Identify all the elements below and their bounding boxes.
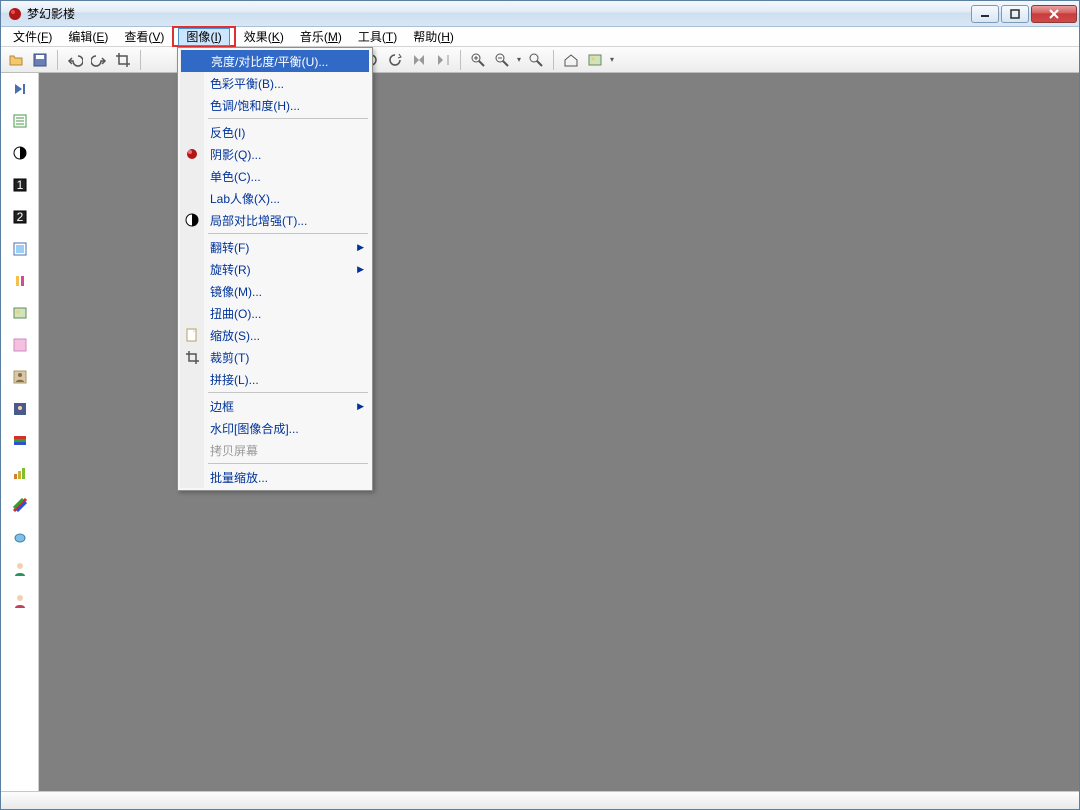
menu-border[interactable]: 边框▶ bbox=[180, 395, 370, 417]
menu-file[interactable]: 文件(F) bbox=[5, 26, 60, 47]
flip-v-icon[interactable] bbox=[432, 49, 454, 71]
submenu-arrow-icon: ▶ bbox=[357, 242, 364, 253]
title-bar: 梦幻影楼 bbox=[1, 1, 1079, 27]
toolbar-separator bbox=[460, 50, 461, 70]
menu-invert[interactable]: 反色(I) bbox=[180, 121, 370, 143]
half-circle-icon bbox=[184, 212, 200, 228]
red-sphere-icon bbox=[184, 146, 200, 162]
redo-icon[interactable] bbox=[88, 49, 110, 71]
side-toolbar: 1 2 bbox=[1, 73, 39, 791]
toolbar: ▾ ▾ bbox=[1, 47, 1079, 73]
menu-effect[interactable]: 效果(K) bbox=[236, 26, 292, 47]
maximize-button[interactable] bbox=[1001, 5, 1029, 23]
side-half-circle-icon[interactable] bbox=[10, 143, 30, 163]
menu-bar: 文件(F) 编辑(E) 查看(V) 图像(I) 效果(K) 音乐(M) 工具(T… bbox=[1, 27, 1079, 47]
menu-shadow[interactable]: 阴影(Q)... bbox=[180, 143, 370, 165]
crop-icon[interactable] bbox=[112, 49, 134, 71]
svg-text:1: 1 bbox=[16, 178, 23, 192]
side-num1-icon[interactable]: 1 bbox=[10, 175, 30, 195]
toolbar-separator bbox=[57, 50, 58, 70]
toolbar-separator bbox=[553, 50, 554, 70]
crop-icon bbox=[184, 349, 200, 365]
side-person-icon[interactable] bbox=[10, 367, 30, 387]
menu-image[interactable]: 图像(I) bbox=[178, 28, 229, 46]
side-person-green-icon[interactable] bbox=[10, 559, 30, 579]
side-play-end-icon[interactable] bbox=[10, 79, 30, 99]
menu-tools[interactable]: 工具(T) bbox=[350, 26, 405, 47]
side-color-frame-icon[interactable] bbox=[10, 239, 30, 259]
menu-lab-portrait[interactable]: Lab人像(X)... bbox=[180, 187, 370, 209]
side-bracket-color-icon[interactable] bbox=[10, 271, 30, 291]
picture-icon[interactable] bbox=[584, 49, 606, 71]
menu-image-highlight: 图像(I) bbox=[172, 26, 235, 47]
menu-flip[interactable]: 翻转(F)▶ bbox=[180, 236, 370, 258]
side-portrait-icon[interactable] bbox=[10, 399, 30, 419]
window-title: 梦幻影楼 bbox=[27, 5, 969, 22]
side-levels-icon[interactable] bbox=[10, 463, 30, 483]
side-pic-icon[interactable] bbox=[10, 303, 30, 323]
picture-dropdown-icon[interactable]: ▾ bbox=[608, 55, 616, 64]
dropdown-separator bbox=[208, 392, 368, 393]
home-icon[interactable] bbox=[560, 49, 582, 71]
dropdown-separator bbox=[208, 233, 368, 234]
menu-monochrome[interactable]: 单色(C)... bbox=[180, 165, 370, 187]
menu-edit[interactable]: 编辑(E) bbox=[60, 26, 116, 47]
dropdown-separator bbox=[208, 118, 368, 119]
menu-music[interactable]: 音乐(M) bbox=[292, 26, 350, 47]
menu-copy-screen: 拷贝屏幕 bbox=[180, 439, 370, 461]
side-water-icon[interactable] bbox=[10, 527, 30, 547]
page-icon bbox=[184, 327, 200, 343]
menu-batch-scale[interactable]: 批量缩放... bbox=[180, 466, 370, 488]
svg-text:2: 2 bbox=[16, 210, 23, 224]
close-button[interactable] bbox=[1031, 5, 1077, 23]
rotate-cw-icon[interactable] bbox=[384, 49, 406, 71]
submenu-arrow-icon: ▶ bbox=[357, 264, 364, 275]
menu-view[interactable]: 查看(V) bbox=[116, 26, 172, 47]
menu-stitch[interactable]: 拼接(L)... bbox=[180, 368, 370, 390]
submenu-arrow-icon: ▶ bbox=[357, 401, 364, 412]
side-rainbow-d-icon[interactable] bbox=[10, 495, 30, 515]
menu-help[interactable]: 帮助(H) bbox=[405, 26, 462, 47]
image-menu-dropdown: 亮度/对比度/平衡(U)... 色彩平衡(B)... 色调/饱和度(H)... … bbox=[177, 47, 373, 491]
menu-distort[interactable]: 扭曲(O)... bbox=[180, 302, 370, 324]
window-controls bbox=[969, 5, 1077, 23]
zoom-out-icon[interactable] bbox=[491, 49, 513, 71]
save-icon[interactable] bbox=[29, 49, 51, 71]
zoom-fit-icon[interactable] bbox=[525, 49, 547, 71]
flip-h-icon[interactable] bbox=[408, 49, 430, 71]
side-pink-box-icon[interactable] bbox=[10, 335, 30, 355]
zoom-in-icon[interactable] bbox=[467, 49, 489, 71]
zoom-dropdown-icon[interactable]: ▾ bbox=[515, 55, 523, 64]
menu-color-balance[interactable]: 色彩平衡(B)... bbox=[180, 72, 370, 94]
main-area: 1 2 bbox=[1, 73, 1079, 791]
side-person-red-icon[interactable] bbox=[10, 591, 30, 611]
status-bar bbox=[1, 791, 1079, 809]
menu-brightness-contrast[interactable]: 亮度/对比度/平衡(U)... bbox=[181, 50, 369, 72]
menu-local-contrast[interactable]: 局部对比增强(T)... bbox=[180, 209, 370, 231]
menu-scale[interactable]: 缩放(S)... bbox=[180, 324, 370, 346]
side-rainbow-h-icon[interactable] bbox=[10, 431, 30, 451]
dropdown-separator bbox=[208, 463, 368, 464]
menu-crop[interactable]: 裁剪(T) bbox=[180, 346, 370, 368]
undo-icon[interactable] bbox=[64, 49, 86, 71]
menu-hue-saturation[interactable]: 色调/饱和度(H)... bbox=[180, 94, 370, 116]
menu-rotate[interactable]: 旋转(R)▶ bbox=[180, 258, 370, 280]
minimize-button[interactable] bbox=[971, 5, 999, 23]
menu-watermark[interactable]: 水印[图像合成]... bbox=[180, 417, 370, 439]
side-num2-icon[interactable]: 2 bbox=[10, 207, 30, 227]
side-list-icon[interactable] bbox=[10, 111, 30, 131]
open-icon[interactable] bbox=[5, 49, 27, 71]
menu-mirror[interactable]: 镜像(M)... bbox=[180, 280, 370, 302]
toolbar-separator bbox=[140, 50, 141, 70]
app-window: 梦幻影楼 文件(F) 编辑(E) 查看(V) 图像(I) 效果(K) 音乐(M)… bbox=[0, 0, 1080, 810]
app-icon bbox=[7, 6, 23, 22]
